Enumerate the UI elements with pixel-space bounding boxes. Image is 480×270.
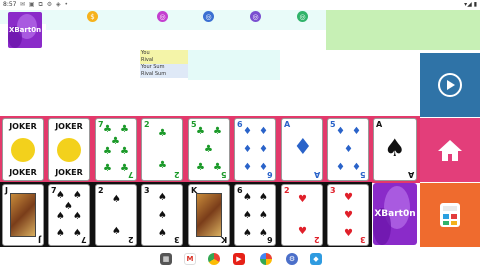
poker-chip-icon[interactable]: ◎	[203, 11, 214, 22]
youtube-icon[interactable]: ▶	[233, 253, 245, 265]
score-label-your-sum: Your Sum	[140, 64, 188, 71]
status-bar: 8:57 ✉ ▣ ⧉ ⚙ ◈ • ▾◢ ▮	[0, 0, 480, 10]
card-3-spades[interactable]: 3 ♠ ♠ ♠ 3	[141, 184, 183, 246]
score-table: You Rival Your Sum Rival Sum	[140, 50, 188, 78]
card-3-hearts[interactable]: 3 ♥ ♥ ♥ 3	[327, 184, 369, 246]
poker-chip-icon[interactable]: ◎	[250, 11, 261, 22]
king-artwork	[196, 193, 222, 237]
card-2-spades[interactable]: 2 ♠ ♠ 2	[95, 184, 137, 246]
score-label-rival: Rival	[140, 57, 188, 64]
green-panel	[326, 10, 480, 50]
status-signal-battery: ▾◢ ▮	[464, 1, 477, 8]
logo: XBart0n	[8, 12, 42, 48]
card-jack-spades[interactable]: J J	[2, 184, 44, 246]
calculator-button[interactable]	[420, 183, 480, 247]
card-joker[interactable]: JOKER JOKER	[2, 118, 44, 181]
gmail-icon[interactable]: M	[184, 253, 196, 265]
coin-icon[interactable]: $	[87, 11, 98, 22]
card-ace-spades[interactable]: A ♠ A	[373, 118, 417, 181]
jack-artwork	[10, 193, 36, 237]
app-icon[interactable]: ◆	[310, 253, 322, 265]
home-icon	[438, 140, 462, 161]
card-7-clubs[interactable]: 7 ♣ ♣ ♣ ♣ ♣ ♣ ♣ 7	[95, 118, 137, 181]
card-5-clubs[interactable]: 5 ♣ ♣ ♣ ♣ ♣ 5	[188, 118, 230, 181]
status-time: 8:57	[3, 1, 17, 8]
photos-icon[interactable]	[260, 253, 272, 265]
card-2-hearts[interactable]: 2 ♥ ♥ 2	[281, 184, 323, 246]
joker-face-icon	[57, 137, 81, 162]
card-6-diamonds[interactable]: 6 ♦ ♦ ♦ ♦ ♦ ♦ 6	[234, 118, 276, 181]
play-button[interactable]	[420, 53, 480, 117]
logo-tile: XBart0n	[373, 183, 417, 245]
card-7-spades[interactable]: 7 ♠ ♠ ♠ ♠ ♠ ♠ ♠ 7	[48, 184, 90, 246]
score-label-you: You	[140, 50, 188, 57]
card-king-spades[interactable]: K K	[188, 184, 230, 246]
score-label-rival-sum: Rival Sum	[140, 71, 188, 78]
card-2-clubs[interactable]: 2 ♣ ♣ 2	[141, 118, 183, 181]
calculator-icon	[440, 203, 460, 227]
joker-face-icon	[11, 137, 35, 162]
settings-icon[interactable]: ⚙	[286, 253, 298, 265]
card-6-spades[interactable]: 6 ♠ ♠ ♠ ♠ ♠ ♠ 6	[234, 184, 276, 246]
card-ace-diamonds[interactable]: A ♦ A	[281, 118, 323, 181]
chrome-icon[interactable]	[208, 253, 220, 265]
score-values	[188, 50, 280, 80]
poker-chip-icon[interactable]: ◎	[157, 11, 168, 22]
card-joker[interactable]: JOKER JOKER	[48, 118, 90, 181]
status-icons: ✉ ▣ ⧉ ⚙ ◈ •	[20, 1, 70, 8]
home-button[interactable]	[420, 118, 480, 182]
grid-icon[interactable]: ▦	[160, 253, 172, 265]
card-5-diamonds[interactable]: 5 ♦ ♦ ♦ ♦ ♦ 5	[327, 118, 369, 181]
play-icon	[438, 73, 462, 97]
poker-chip-icon[interactable]: ◎	[297, 11, 308, 22]
top-strip	[46, 24, 326, 30]
